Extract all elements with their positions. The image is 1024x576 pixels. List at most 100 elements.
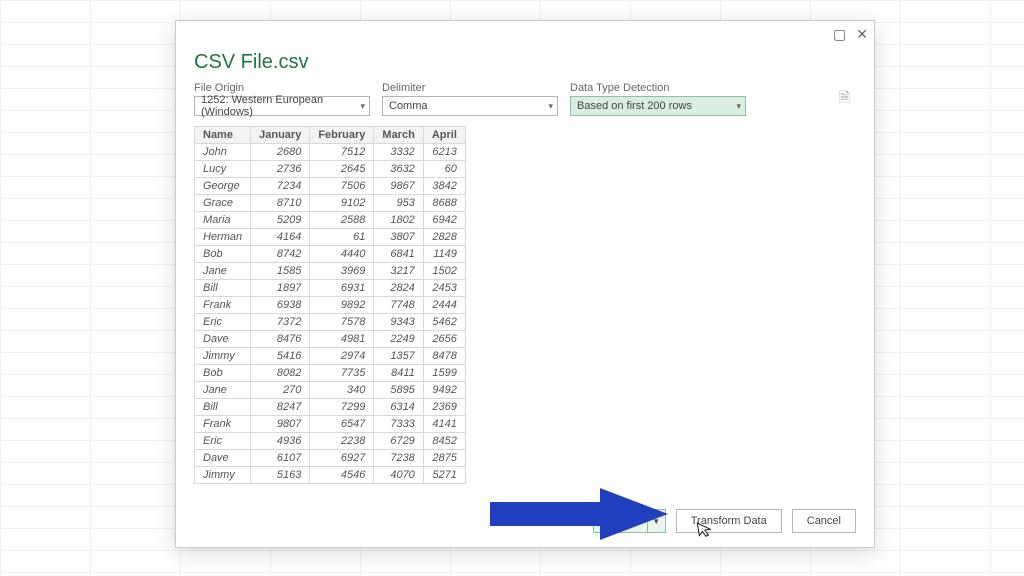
value-cell: 9892: [310, 297, 374, 314]
table-row: George7234750698673842: [195, 178, 466, 195]
transform-data-button[interactable]: Transform Data: [676, 509, 782, 533]
chevron-down-icon: ▾: [736, 101, 741, 112]
name-cell: Grace: [195, 195, 251, 212]
value-cell: 2824: [374, 280, 423, 297]
value-cell: 8688: [423, 195, 465, 212]
value-cell: 3632: [374, 161, 423, 178]
value-cell: 2238: [310, 433, 374, 450]
name-cell: John: [195, 144, 251, 161]
delimiter-label: Delimiter: [382, 82, 558, 94]
value-cell: 4440: [310, 246, 374, 263]
value-cell: 7578: [310, 314, 374, 331]
value-cell: 340: [310, 382, 374, 399]
load-button-dropdown[interactable]: ▾: [648, 509, 666, 533]
column-header: April: [423, 127, 465, 144]
table-row: Bob8082773584111599: [195, 365, 466, 382]
column-header: Name: [195, 127, 251, 144]
value-cell: 9343: [374, 314, 423, 331]
value-cell: 2645: [310, 161, 374, 178]
value-cell: 3332: [374, 144, 423, 161]
value-cell: 1897: [251, 280, 310, 297]
load-button[interactable]: Load: [593, 509, 647, 533]
value-cell: 6931: [310, 280, 374, 297]
value-cell: 4141: [423, 416, 465, 433]
value-cell: 8710: [251, 195, 310, 212]
table-header-row: NameJanuaryFebruaryMarchApril: [195, 127, 466, 144]
value-cell: 61: [310, 229, 374, 246]
value-cell: 8082: [251, 365, 310, 382]
data-type-label: Data Type Detection: [570, 82, 746, 94]
schema-icon[interactable]: 🗎: [839, 87, 856, 111]
file-origin-label: File Origin: [194, 82, 370, 94]
value-cell: 3842: [423, 178, 465, 195]
close-icon[interactable]: ✕: [856, 27, 868, 41]
table-row: Lucy27362645363260: [195, 161, 466, 178]
value-cell: 3969: [310, 263, 374, 280]
value-cell: 2656: [423, 331, 465, 348]
chevron-down-icon: ▾: [548, 101, 553, 112]
load-button-group: Load ▾: [593, 509, 665, 533]
table-row: Jane27034058959492: [195, 382, 466, 399]
table-row: Frank9807654773334141: [195, 416, 466, 433]
value-cell: 5163: [251, 467, 310, 484]
name-cell: Maria: [195, 212, 251, 229]
value-cell: 6213: [423, 144, 465, 161]
name-cell: Frank: [195, 416, 251, 433]
value-cell: 2875: [423, 450, 465, 467]
name-cell: Jimmy: [195, 348, 251, 365]
import-controls: File Origin 1252: Western European (Wind…: [194, 82, 856, 116]
file-origin-dropdown[interactable]: 1252: Western European (Windows) ▾: [194, 96, 370, 116]
table-row: Eric7372757893435462: [195, 314, 466, 331]
table-row: Dave8476498122492656: [195, 331, 466, 348]
preview-table: NameJanuaryFebruaryMarchApril John268075…: [194, 126, 466, 484]
column-header: January: [251, 127, 310, 144]
table-row: Herman41646138072828: [195, 229, 466, 246]
value-cell: 6107: [251, 450, 310, 467]
value-cell: 6729: [374, 433, 423, 450]
value-cell: 2453: [423, 280, 465, 297]
table-row: Bill1897693128242453: [195, 280, 466, 297]
table-row: Eric4936223867298452: [195, 433, 466, 450]
table-row: Frank6938989277482444: [195, 297, 466, 314]
value-cell: 2444: [423, 297, 465, 314]
name-cell: Bill: [195, 399, 251, 416]
delimiter-control: Delimiter Comma ▾: [382, 82, 558, 116]
value-cell: 4936: [251, 433, 310, 450]
value-cell: 7735: [310, 365, 374, 382]
maximize-icon[interactable]: ▢: [833, 27, 846, 41]
value-cell: 8742: [251, 246, 310, 263]
value-cell: 1357: [374, 348, 423, 365]
value-cell: 1802: [374, 212, 423, 229]
file-origin-control: File Origin 1252: Western European (Wind…: [194, 82, 370, 116]
chevron-down-icon: ▾: [360, 101, 365, 112]
name-cell: Bill: [195, 280, 251, 297]
delimiter-value: Comma: [389, 100, 428, 112]
name-cell: Dave: [195, 450, 251, 467]
delimiter-dropdown[interactable]: Comma ▾: [382, 96, 558, 116]
name-cell: Jimmy: [195, 467, 251, 484]
value-cell: 4164: [251, 229, 310, 246]
data-type-dropdown[interactable]: Based on first 200 rows ▾: [570, 96, 746, 116]
table-row: Dave6107692772382875: [195, 450, 466, 467]
value-cell: 9102: [310, 195, 374, 212]
load-button-label: Load: [608, 515, 632, 527]
dialog-title: CSV File.csv: [194, 51, 856, 74]
value-cell: 1502: [423, 263, 465, 280]
value-cell: 2974: [310, 348, 374, 365]
column-header: March: [374, 127, 423, 144]
value-cell: 8478: [423, 348, 465, 365]
value-cell: 8452: [423, 433, 465, 450]
name-cell: Dave: [195, 331, 251, 348]
value-cell: 2249: [374, 331, 423, 348]
preview-body: NameJanuaryFebruaryMarchApril John268075…: [176, 126, 874, 499]
value-cell: 1599: [423, 365, 465, 382]
value-cell: 6927: [310, 450, 374, 467]
value-cell: 2369: [423, 399, 465, 416]
cancel-button[interactable]: Cancel: [792, 509, 856, 533]
value-cell: 5462: [423, 314, 465, 331]
value-cell: 8411: [374, 365, 423, 382]
value-cell: 3807: [374, 229, 423, 246]
value-cell: 8476: [251, 331, 310, 348]
name-cell: Bob: [195, 246, 251, 263]
table-row: Jimmy5163454640705271: [195, 467, 466, 484]
